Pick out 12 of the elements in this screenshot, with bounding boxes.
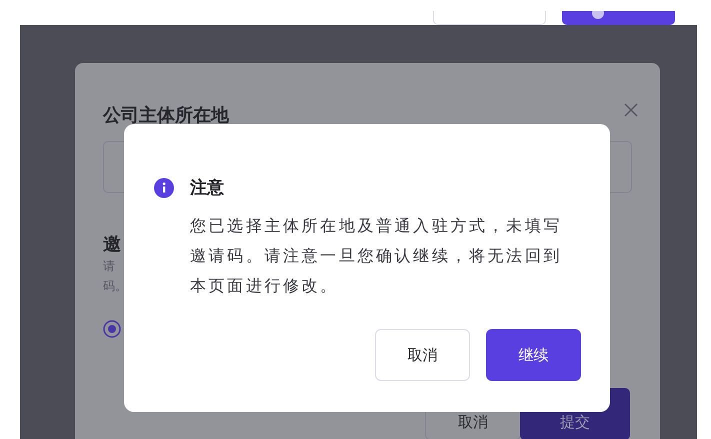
section-heading: 邀 — [103, 233, 121, 256]
radio-button[interactable] — [103, 320, 121, 338]
close-icon[interactable] — [624, 103, 638, 117]
hint-text: 请 — [103, 258, 115, 275]
cancel-button[interactable]: 取消 — [375, 329, 470, 381]
dialog-title: 注意 — [190, 177, 224, 199]
info-icon — [154, 178, 174, 198]
modal-title: 公司主体所在地 — [103, 104, 229, 127]
dialog-message: 您已选择主体所在地及普通入驻方式，未填写 邀请码。请注意一旦您确认继续，将无法回到 本页面进行修改。 — [190, 215, 563, 297]
hint-text: 码。 — [103, 278, 127, 295]
continue-button[interactable]: 继续 — [486, 329, 581, 381]
header-button[interactable] — [562, 11, 675, 25]
